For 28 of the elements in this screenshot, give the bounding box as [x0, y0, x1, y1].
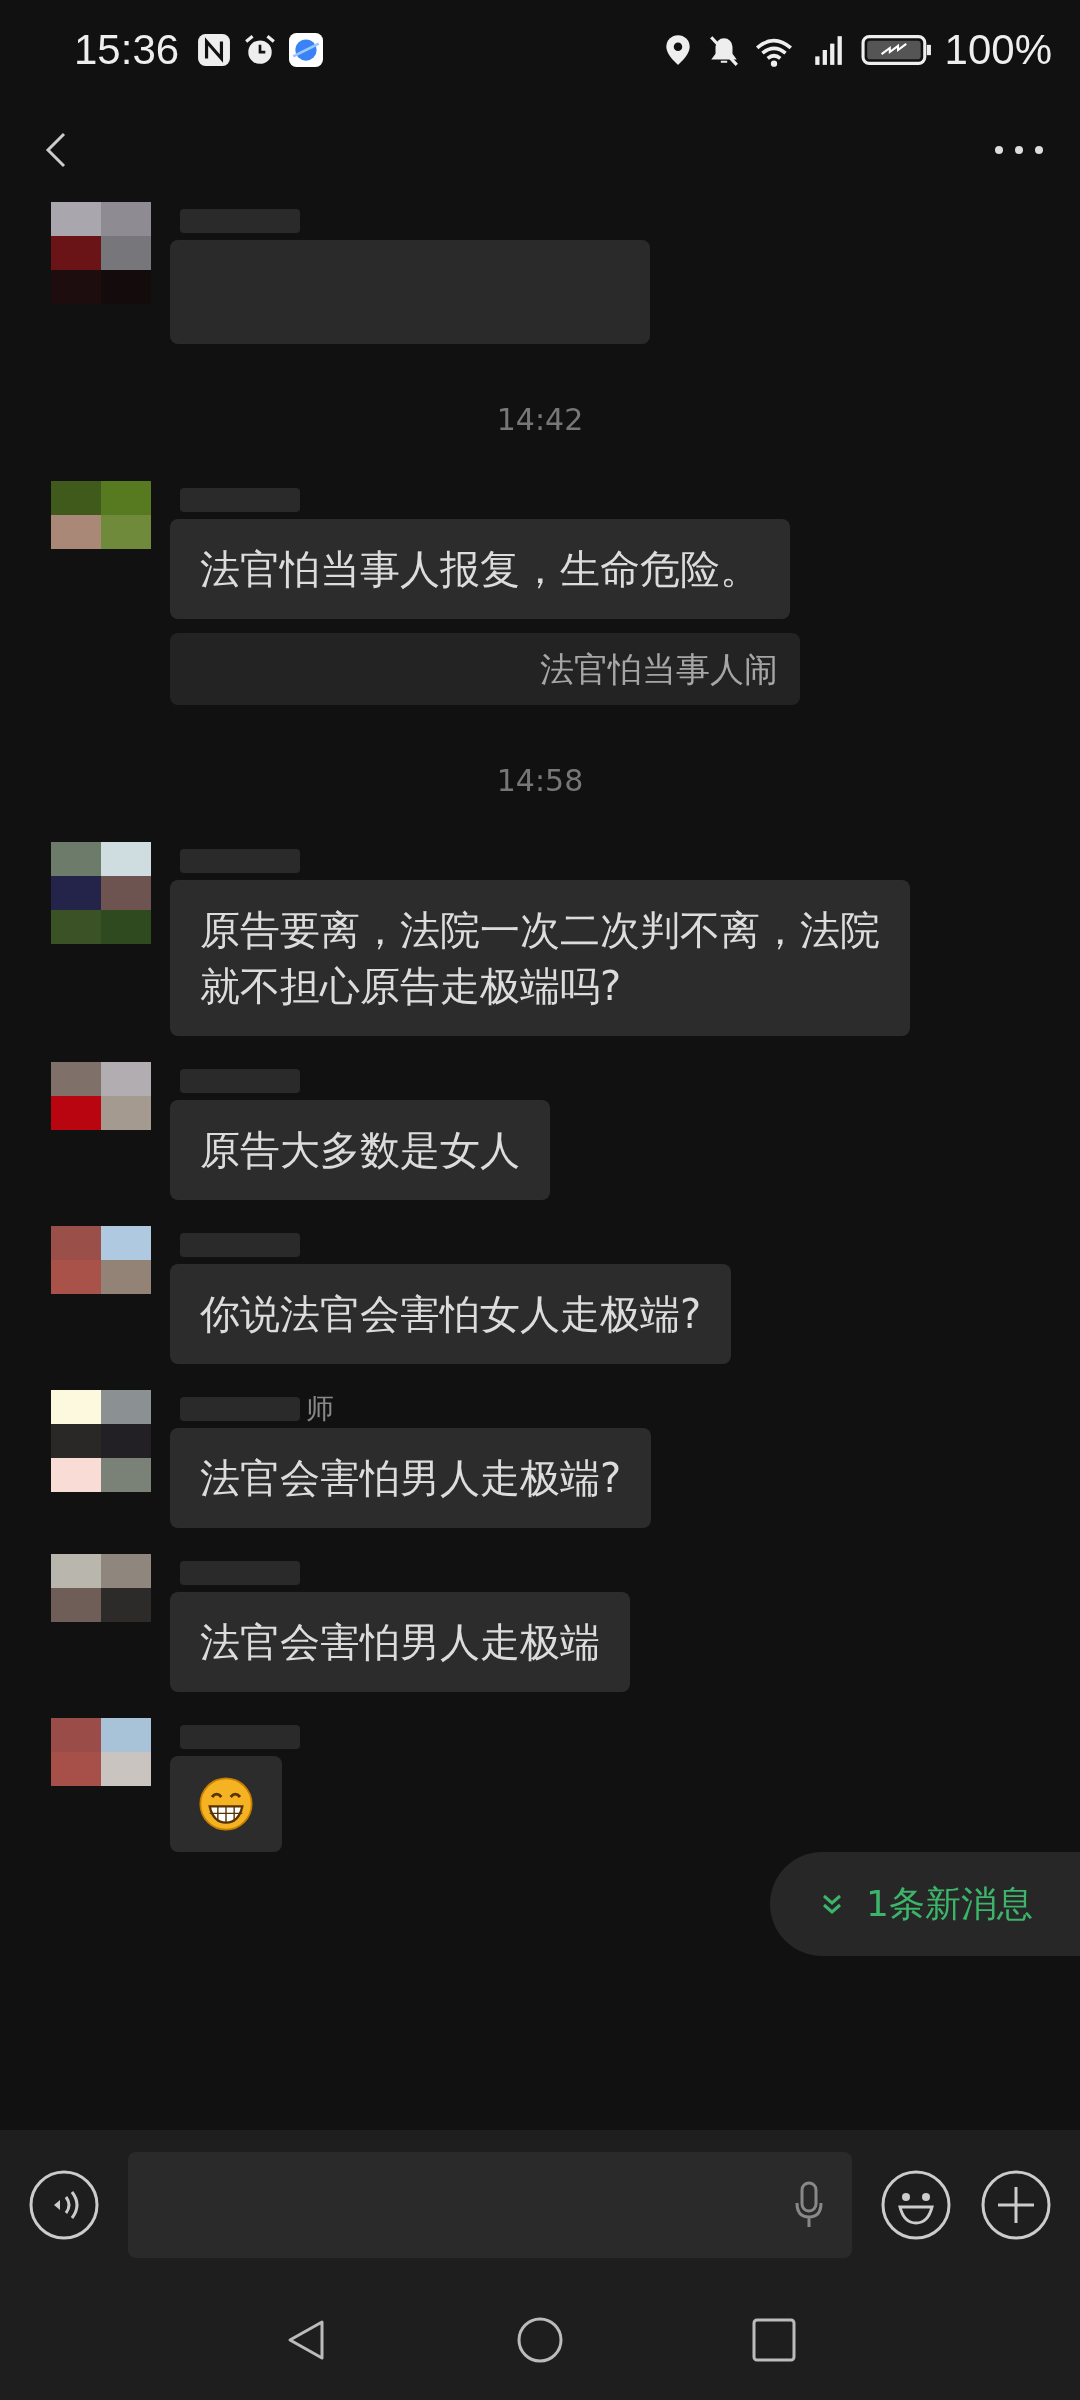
sender-name: 师	[306, 1391, 334, 1427]
voice-icon[interactable]	[28, 2169, 100, 2241]
more-icon[interactable]	[994, 144, 1044, 156]
message-input[interactable]	[128, 2152, 852, 2258]
grinning-face-icon	[198, 1776, 254, 1832]
alarm-icon	[243, 33, 278, 67]
battery-percent: 100%	[944, 26, 1052, 74]
new-messages-button[interactable]: 1条新消息	[770, 1852, 1080, 1956]
recents-icon[interactable]	[750, 2316, 798, 2364]
message-bubble: 法官会害怕男人走极端?	[170, 1428, 652, 1528]
message-bubble: 你说法官会害怕女人走极端?	[170, 1264, 732, 1364]
smiley-icon[interactable]	[880, 2169, 952, 2241]
quoted-message: 法官怕当事人闹	[170, 633, 800, 705]
add-icon[interactable]	[980, 2169, 1052, 2241]
clock-time: 15:36	[74, 26, 180, 74]
double-chevron-icon	[820, 1892, 844, 1916]
back-icon[interactable]	[44, 130, 68, 170]
app-icon	[289, 33, 324, 67]
timestamp: 14:58	[496, 763, 584, 798]
message-bubble: 原告要离，法院一次二次判不离，法院就不担心原告走极端吗?	[170, 880, 910, 1036]
home-icon[interactable]	[516, 2316, 564, 2364]
battery-icon	[860, 33, 933, 67]
nfc-icon	[197, 33, 232, 67]
message-bubble: 法官怕当事人报复，生命危险。	[170, 519, 790, 619]
message-bubble: 法官会害怕男人走极端	[170, 1592, 630, 1692]
message-bubble: 原告大多数是女人	[170, 1100, 550, 1200]
timestamp: 14:42	[496, 402, 584, 437]
microphone-icon[interactable]	[794, 2181, 824, 2229]
